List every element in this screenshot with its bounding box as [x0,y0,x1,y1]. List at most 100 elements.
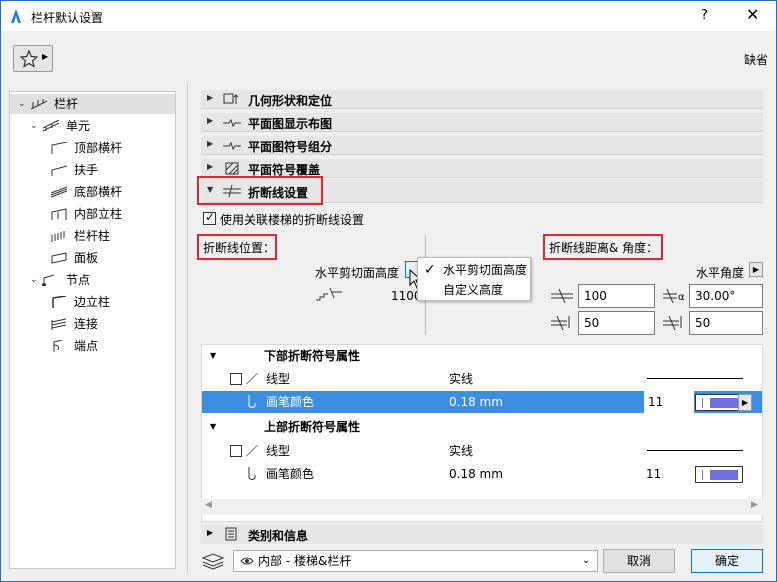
break-position-highlight [197,234,277,260]
table-row[interactable]: 画笔颜色 0.18 mm 11 [202,463,762,485]
railing-icon [30,99,48,110]
title-bar: 栏杆默认设置 ? ✕ [1,1,776,31]
geometry-icon [223,93,239,104]
eye-icon [240,557,254,565]
stair-height-icon [316,287,342,301]
break-line-highlight [197,176,323,205]
checkmark-icon: ✓ [424,262,436,278]
break-distance-highlight [543,234,663,260]
horizontal-scrollbar[interactable]: ◀ ▶ [201,499,763,515]
break-angle-input[interactable]: 30.00° [689,284,763,308]
chevron-right-icon: ▶ [207,116,214,125]
top-rail-icon [51,142,68,154]
handrail-icon [51,165,68,176]
break-line-icon [223,118,241,128]
pen-picker-arrow-button[interactable]: ▶ [738,394,752,411]
break-offset2-icon [663,315,682,330]
bottom-rail-icon [50,186,68,198]
panel-splitter[interactable] [187,83,188,573]
section-geometry[interactable]: ▶ 几何形状和定位 [201,90,763,109]
chevron-down-icon: ⌄ [582,555,591,566]
menu-item-horizontal-cut[interactable]: ✓ 水平剪切面高度 [418,260,530,280]
section-category-info[interactable]: ▶ 类别和信息 [201,525,763,544]
table-row[interactable]: ／ 线型 实线 [202,368,762,390]
help-button[interactable]: ? [701,8,708,23]
default-label: 缺省 [744,53,769,67]
chevron-right-icon: ▶ [42,52,49,61]
baluster-icon [51,231,65,242]
tree-item-segment[interactable]: ⌄ 单元 [10,116,175,136]
lower-symbol-header[interactable]: ▼ 下部折断符号属性 [202,345,762,367]
tree-item-inner-post[interactable]: 内部立柱 [10,204,175,224]
line-type-icon: ／ [246,372,259,386]
cancel-button[interactable]: 取消 [603,549,675,573]
inner-post-icon [51,208,67,220]
pen-number-field[interactable]: 11 [644,391,694,413]
chevron-down-icon: ▼ [210,351,217,360]
line-type-preview [647,450,743,451]
pen-color-swatch [710,470,738,480]
ok-button[interactable]: 确定 [691,549,763,573]
section-floorplan-display[interactable]: ▶ 平面图显示布图 [201,113,763,132]
break-offset-input[interactable]: 50 [578,311,655,335]
dialog-window: 栏杆默认设置 ? ✕ ▶ 缺省 ⌄ 栏杆 ⌄ 单元 顶部横杆 扶手 底部横杆 内… [0,0,777,582]
line-type-icon: ／ [246,444,259,458]
use-stair-break-checkbox[interactable]: ✓ [203,210,216,225]
tree-item-bottom-rail[interactable]: 底部横杆 [10,182,175,202]
archicad-app-icon [11,9,21,23]
connection-icon [51,318,67,330]
tree-item-endpoint[interactable]: 端点 [10,336,175,356]
pen-icon [248,467,256,480]
window-title: 栏杆默认设置 [31,11,104,25]
chevron-down-icon[interactable]: ⌄ [18,94,30,114]
close-button[interactable]: ✕ [746,5,759,24]
tree-item-panel[interactable]: 面板 [10,248,175,268]
scroll-right-icon[interactable]: ▶ [751,500,758,510]
break-distance-input[interactable]: 100 [578,284,655,308]
pen-color-picker[interactable] [695,466,743,483]
favorites-button[interactable]: ▶ [13,45,53,72]
table-row[interactable]: 画笔颜色 0.18 mm 11 ▶ [202,391,762,413]
pen-color-swatch [710,398,738,408]
horizontal-angle-button[interactable]: ▶ [749,262,763,277]
scroll-left-icon[interactable]: ◀ [205,500,212,510]
upper-symbol-header[interactable]: ▼ 上部折断符号属性 [202,416,762,438]
chevron-right-icon: ▶ [207,528,214,537]
check-icon: ✓ [205,210,216,224]
use-stair-break-label: 使用关联楼梯的折断线设置 [220,213,365,227]
node-icon [42,274,55,286]
horizontal-cut-label: 水平剪切面高度 [315,266,400,280]
break-line-icon [223,141,241,151]
chevron-right-icon: ▶ [207,93,214,102]
tree-item-handrail[interactable]: 扶手 [10,160,175,180]
pen-color-picker[interactable] [695,394,743,411]
star-icon [20,50,38,68]
tree-item-baluster[interactable]: 栏杆柱 [10,226,175,246]
pen-icon [248,395,256,408]
settings-tree[interactable]: ⌄ 栏杆 ⌄ 单元 顶部横杆 扶手 底部横杆 内部立柱 栏杆柱 面板 ⌄ 节点 … [9,91,176,569]
alpha-label: α [678,292,685,303]
table-row[interactable]: ／ 线型 实线 [202,440,762,462]
layer-select[interactable]: 内部 - 楼梯&栏杆 ⌄ [233,550,598,572]
tree-item-connection[interactable]: 连接 [10,314,175,334]
break-offset-icon [551,315,570,330]
section-floorplan-symbol[interactable]: ▶ 平面图符号组分 [201,136,763,155]
tree-item-end-post[interactable]: 边立柱 [10,292,175,312]
tree-item-top-rail[interactable]: 顶部横杆 [10,138,175,158]
line-type-checkbox[interactable] [230,445,242,457]
chevron-down-icon: ▼ [210,422,217,431]
line-type-checkbox[interactable] [230,373,242,385]
chevron-down-icon[interactable]: ⌄ [30,270,42,290]
panel-icon [51,252,67,264]
line-type-preview [647,378,743,379]
chevron-down-icon[interactable]: ⌄ [30,116,42,136]
chevron-right-icon: ▶ [207,139,214,148]
end-post-icon [52,296,67,308]
break-offset2-input[interactable]: 50 [689,311,763,335]
tree-item-railing[interactable]: ⌄ 栏杆 [10,94,175,114]
break-distance-icon [551,288,573,303]
chevron-right-icon: ▶ [207,162,214,171]
tree-item-node[interactable]: ⌄ 节点 [10,270,175,290]
height-mode-menu: ✓ 水平剪切面高度 自定义高度 [417,257,531,301]
menu-item-custom-height[interactable]: 自定义高度 [418,280,530,300]
